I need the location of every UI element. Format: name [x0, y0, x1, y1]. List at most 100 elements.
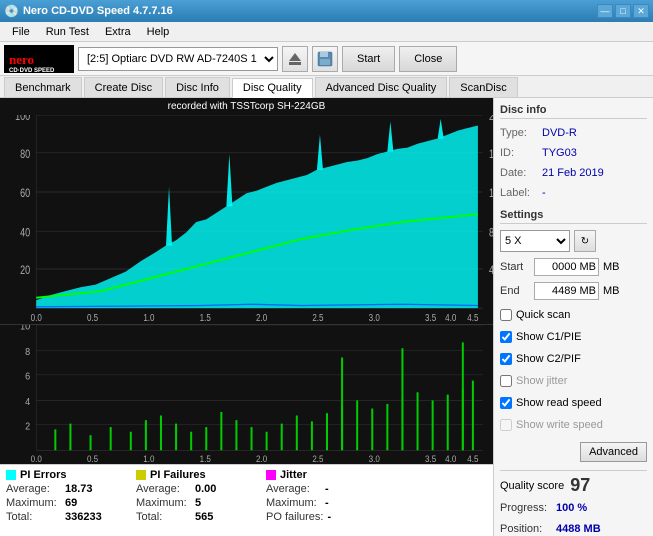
svg-text:12: 12: [489, 188, 493, 200]
svg-text:1.0: 1.0: [143, 312, 154, 323]
quality-score-label: Quality score: [500, 480, 564, 492]
svg-text:20: 20: [20, 265, 30, 277]
show-jitter-row: Show jitter: [500, 372, 647, 390]
speed-row: 5 X ↻: [500, 230, 647, 252]
show-c2pif-checkbox[interactable]: [500, 353, 512, 365]
svg-text:3.0: 3.0: [369, 312, 380, 323]
quick-scan-checkbox[interactable]: [500, 309, 512, 321]
pi-errors-total-value: 336233: [65, 511, 102, 523]
disc-date-row: Date: 21 Feb 2019: [500, 165, 647, 181]
disc-id-label: ID:: [500, 145, 538, 161]
legend-pi-errors: PI Errors Average: 18.73 Maximum: 69 Tot…: [6, 469, 116, 523]
disc-info-title: Disc info: [500, 104, 647, 119]
quality-score-value: 97: [570, 475, 590, 496]
pi-fail-total-value: 565: [195, 511, 213, 523]
upper-chart: 100 80 60 40 20 20 16 12 8 4 0.0 0.5 1.0…: [0, 115, 493, 325]
advanced-button[interactable]: Advanced: [580, 442, 647, 462]
drive-selector[interactable]: [2:5] Optiarc DVD RW AD-7240S 1.04: [78, 47, 278, 71]
pi-fail-avg-value: 0.00: [195, 483, 216, 495]
minimize-button[interactable]: —: [597, 4, 613, 18]
tab-disc-quality[interactable]: Disc Quality: [232, 78, 313, 98]
tab-scan-disc[interactable]: ScanDisc: [449, 77, 517, 97]
svg-text:8: 8: [489, 227, 493, 239]
eject-button[interactable]: [282, 46, 308, 72]
tab-benchmark[interactable]: Benchmark: [4, 77, 82, 97]
show-jitter-label: Show jitter: [516, 372, 567, 390]
disc-date-label: Date:: [500, 165, 538, 181]
svg-text:4.0: 4.0: [445, 453, 456, 464]
menu-help[interactable]: Help: [139, 24, 178, 40]
toolbar: nero CD·DVD SPEED [2:5] Optiarc DVD RW A…: [0, 42, 653, 76]
disc-type-value: DVD-R: [542, 125, 577, 141]
show-read-row: Show read speed: [500, 394, 647, 412]
refresh-button[interactable]: ↻: [574, 230, 596, 252]
svg-text:1.5: 1.5: [200, 312, 211, 323]
close-title-button[interactable]: ✕: [633, 4, 649, 18]
start-button[interactable]: Start: [342, 46, 395, 72]
menu-file[interactable]: File: [4, 24, 38, 40]
settings-title: Settings: [500, 209, 647, 224]
pi-failures-color: [136, 470, 146, 480]
tab-advanced-disc-quality[interactable]: Advanced Disc Quality: [315, 77, 448, 97]
po-failures-value: -: [327, 511, 331, 523]
toolbar-close-button[interactable]: Close: [399, 46, 457, 72]
menu-run-test[interactable]: Run Test: [38, 24, 97, 40]
svg-text:80: 80: [20, 149, 30, 161]
pi-fail-avg-label: Average:: [136, 483, 191, 495]
svg-text:1.0: 1.0: [143, 453, 154, 464]
svg-text:16: 16: [489, 149, 493, 161]
end-input[interactable]: [534, 282, 599, 300]
title-bar: 💿 Nero CD-DVD Speed 4.7.7.16 — □ ✕: [0, 0, 653, 22]
svg-text:4.5: 4.5: [467, 312, 478, 323]
show-jitter-checkbox[interactable]: [500, 375, 512, 387]
position-value: 4488 MB: [556, 521, 601, 536]
lower-chart: 10 8 6 4 2 0.0 0.5 1.0 1.5 2.0 2.5 3.0 3…: [0, 325, 493, 464]
pi-errors-avg-label: Average:: [6, 483, 61, 495]
end-label: End: [500, 285, 530, 297]
svg-text:3.0: 3.0: [369, 453, 380, 464]
jitter-avg-label: Average:: [266, 483, 321, 495]
svg-text:nero: nero: [9, 52, 34, 67]
speed-selector[interactable]: 5 X: [500, 230, 570, 252]
svg-text:0.0: 0.0: [31, 453, 42, 464]
quick-scan-row: Quick scan: [500, 306, 647, 324]
show-write-speed-checkbox: [500, 419, 512, 431]
svg-text:10: 10: [20, 325, 31, 333]
show-write-speed-label: Show write speed: [516, 416, 603, 434]
pi-fail-max-value: 5: [195, 497, 201, 509]
disc-type-label: Type:: [500, 125, 538, 141]
svg-text:2: 2: [25, 421, 30, 433]
pi-errors-total-label: Total:: [6, 511, 61, 523]
show-c2pif-label: Show C2/PIF: [516, 350, 581, 368]
start-input[interactable]: [534, 258, 599, 276]
show-read-speed-label: Show read speed: [516, 394, 602, 412]
po-failures-label: PO failures:: [266, 511, 323, 523]
legend-area: PI Errors Average: 18.73 Maximum: 69 Tot…: [0, 464, 493, 536]
show-c2-row: Show C2/PIF: [500, 350, 647, 368]
svg-text:40: 40: [20, 227, 30, 239]
disc-id-row: ID: TYG03: [500, 145, 647, 161]
end-mb-row: End MB: [500, 282, 647, 300]
pi-errors-max-value: 69: [65, 497, 77, 509]
svg-text:60: 60: [20, 188, 30, 200]
jitter-max-value: -: [325, 497, 329, 509]
app-icon: 💿: [4, 4, 19, 18]
save-button[interactable]: [312, 46, 338, 72]
progress-label: Progress:: [500, 500, 552, 517]
maximize-button[interactable]: □: [615, 4, 631, 18]
tab-create-disc[interactable]: Create Disc: [84, 77, 163, 97]
show-read-speed-checkbox[interactable]: [500, 397, 512, 409]
svg-text:0.5: 0.5: [87, 312, 98, 323]
svg-text:2.0: 2.0: [256, 312, 267, 323]
progress-value: 100 %: [556, 500, 587, 517]
show-c1pie-checkbox[interactable]: [500, 331, 512, 343]
title-bar-left: 💿 Nero CD-DVD Speed 4.7.7.16: [4, 4, 173, 18]
disc-type-row: Type: DVD-R: [500, 125, 647, 141]
svg-text:20: 20: [489, 115, 493, 124]
menu-extra[interactable]: Extra: [97, 24, 139, 40]
end-mb-unit: MB: [603, 285, 620, 297]
show-c1pie-label: Show C1/PIE: [516, 328, 581, 346]
jitter-color: [266, 470, 276, 480]
tab-disc-info[interactable]: Disc Info: [165, 77, 230, 97]
svg-text:3.5: 3.5: [425, 453, 436, 464]
